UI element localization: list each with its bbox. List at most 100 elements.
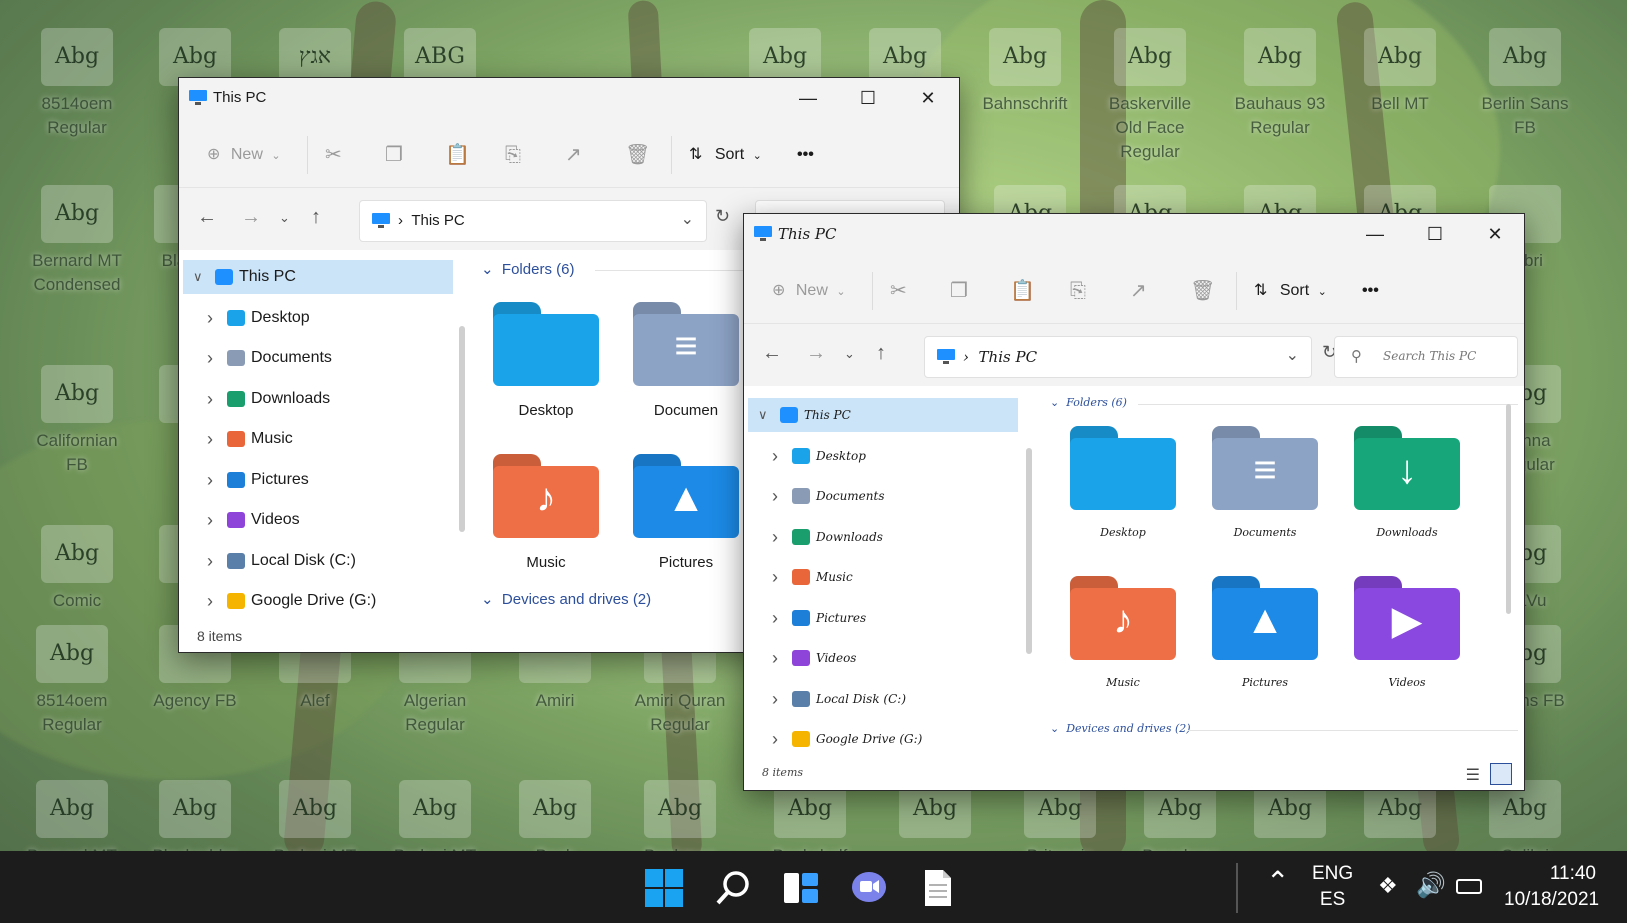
desktop-font-icon[interactable]: Abg Bauhaus 93 Regular <box>1230 28 1330 140</box>
desktop-font-icon[interactable]: Abg Bernard MT <box>22 780 122 851</box>
sort-button[interactable]: ⇅ Sort ⌄ <box>689 140 762 170</box>
recent-locations-chevron-icon[interactable]: ⌄ <box>279 210 290 226</box>
clock[interactable]: 11:40 10/18/2021 <box>1504 861 1599 913</box>
nav-item[interactable]: ∨ This PC <box>748 398 1018 432</box>
desktop-font-icon[interactable]: Abg 8514oem Regular <box>27 28 127 140</box>
chevron-right-icon[interactable]: › <box>772 560 778 594</box>
desktop-font-icon[interactable]: Abg Berlin Sans FB <box>1475 28 1575 140</box>
more-options-button[interactable]: ••• <box>797 140 814 170</box>
up-arrow-icon[interactable]: ↑ <box>876 342 886 365</box>
devices-group-header[interactable]: ⌄ Devices and drives (2) <box>481 590 651 608</box>
address-bar[interactable]: › This PC ⌄ <box>924 336 1312 378</box>
share-icon[interactable]: ↗ <box>565 140 582 170</box>
minimize-button[interactable]: — <box>779 78 837 118</box>
chevron-right-icon[interactable]: › <box>207 544 213 578</box>
paste-icon[interactable]: 📋 <box>1010 276 1035 306</box>
delete-icon[interactable]: 🗑 <box>1190 276 1215 306</box>
folder-tile[interactable]: ≡ Documents <box>1200 426 1330 539</box>
nav-scrollbar[interactable] <box>1026 448 1032 654</box>
chevron-right-icon[interactable]: › <box>207 382 213 416</box>
rename-icon[interactable]: ⎘ <box>1070 276 1086 306</box>
folders-group-header[interactable]: ⌄ Folders (6) <box>481 260 574 278</box>
nav-item[interactable]: › Desktop <box>748 439 1008 473</box>
content-scrollbar[interactable] <box>1506 404 1511 614</box>
nav-item[interactable]: › Pictures <box>748 601 1008 635</box>
chevron-down-icon[interactable]: ∨ <box>193 260 203 294</box>
chevron-right-icon[interactable]: › <box>772 439 778 473</box>
chevron-right-icon[interactable]: › <box>772 520 778 554</box>
battery-icon[interactable] <box>1456 879 1482 894</box>
close-button[interactable]: ✕ <box>1466 214 1524 254</box>
folder-tile[interactable]: ↓ Downloads <box>1342 426 1472 539</box>
start-button[interactable] <box>643 867 685 909</box>
teams-chat-button[interactable] <box>848 867 890 909</box>
new-button[interactable]: ⊕ New ⌄ <box>207 140 281 170</box>
folders-group-header[interactable]: ⌄ Folders (6) <box>1050 396 1127 409</box>
cut-icon[interactable]: ✂ <box>890 276 907 306</box>
folder-tile[interactable]: ♪ Music <box>1058 576 1188 689</box>
rename-icon[interactable]: ⎘ <box>505 140 521 170</box>
sort-button[interactable]: ⇅ Sort ⌄ <box>1254 276 1327 306</box>
maximize-button[interactable]: ☐ <box>1406 214 1464 254</box>
more-options-button[interactable]: ••• <box>1362 276 1379 306</box>
desktop-font-icon[interactable]: Abg Bodoni MT <box>385 780 485 851</box>
widgets-button[interactable] <box>780 867 822 909</box>
nav-item[interactable]: › Music <box>748 560 1008 594</box>
new-button[interactable]: ⊕ New ⌄ <box>772 276 846 306</box>
devices-group-header[interactable]: ⌄ Devices and drives (2) <box>1050 722 1191 735</box>
chevron-right-icon[interactable]: › <box>207 463 213 497</box>
forward-arrow-icon[interactable]: → <box>806 342 826 365</box>
folder-tile[interactable]: Desktop <box>1058 426 1188 539</box>
maximize-button[interactable]: ☐ <box>839 78 897 118</box>
chevron-right-icon[interactable]: › <box>772 722 778 756</box>
chevron-down-icon[interactable]: ⌄ <box>681 209 694 229</box>
copy-icon[interactable]: ❐ <box>950 276 968 306</box>
chevron-down-icon[interactable]: ∨ <box>758 398 768 432</box>
minimize-button[interactable]: — <box>1346 214 1404 254</box>
folder-tile[interactable]: ≡ Documen <box>621 302 751 419</box>
desktop-font-icon[interactable]: Abg Bell MT <box>1350 28 1450 116</box>
chevron-right-icon[interactable]: › <box>772 682 778 716</box>
nav-item[interactable]: › Google Drive (G:) <box>183 584 443 618</box>
address-bar[interactable]: › This PC ⌄ <box>359 200 707 242</box>
chevron-right-icon[interactable]: › <box>772 641 778 675</box>
folder-tile[interactable]: ▲ Pictures <box>621 454 751 571</box>
share-icon[interactable]: ↗ <box>1130 276 1147 306</box>
chevron-right-icon[interactable]: › <box>772 601 778 635</box>
nav-item[interactable]: ∨ This PC <box>183 260 453 294</box>
desktop-font-icon[interactable]: Abg Comic <box>27 525 127 613</box>
desktop-font-icon[interactable]: Abg Californian FB <box>27 365 127 477</box>
nav-item[interactable]: › Videos <box>748 641 1008 675</box>
copy-icon[interactable]: ❐ <box>385 140 403 170</box>
back-arrow-icon[interactable]: ← <box>762 342 782 365</box>
breadcrumb[interactable]: › This PC <box>398 212 465 229</box>
folder-tile[interactable]: ♪ Music <box>481 454 611 571</box>
folder-tile[interactable]: Desktop <box>481 302 611 419</box>
breadcrumb[interactable]: › This PC <box>963 348 1037 366</box>
nav-item[interactable]: › Music <box>183 422 443 456</box>
chevron-right-icon[interactable]: › <box>207 301 213 335</box>
wifi-icon[interactable]: ❖ <box>1378 873 1398 899</box>
input-language-indicator[interactable]: ENG ES <box>1312 861 1353 913</box>
desktop-font-icon[interactable]: Abg Baskerville Old Face Regular <box>1100 28 1200 164</box>
search-input[interactable]: ⚲ Search This PC <box>1334 336 1518 378</box>
chevron-right-icon[interactable]: › <box>207 584 213 618</box>
search-taskbar-button[interactable] <box>712 867 754 909</box>
desktop-font-icon[interactable]: Abg Book <box>505 780 605 851</box>
desktop-font-icon[interactable]: Abg Bodoni MT <box>265 780 365 851</box>
nav-item[interactable]: › Downloads <box>183 382 443 416</box>
recent-locations-chevron-icon[interactable]: ⌄ <box>844 346 855 362</box>
explorer-window-this-pc-script-font[interactable]: This PC — ☐ ✕ ⊕ New ⌄ ✂ ❐ 📋 ⎘ ↗ 🗑 ⇅ Sort… <box>743 213 1525 791</box>
up-arrow-icon[interactable]: ↑ <box>311 206 321 229</box>
show-hidden-icons-chevron-icon[interactable]: ⌃ <box>1266 865 1289 898</box>
nav-item[interactable]: › Local Disk (C:) <box>748 682 1008 716</box>
desktop-font-icon[interactable]: Abg 8514oem Regular <box>22 625 122 737</box>
nav-item[interactable]: › Pictures <box>183 463 443 497</box>
desktop-font-icon[interactable]: Abg Bookman <box>630 780 730 851</box>
close-button[interactable]: ✕ <box>899 78 957 118</box>
desktop-font-icon[interactable]: Abg Bahnschrift <box>975 28 1075 116</box>
forward-arrow-icon[interactable]: → <box>241 206 261 229</box>
tiles-view-icon[interactable] <box>1490 763 1512 785</box>
nav-item[interactable]: › Local Disk (C:) <box>183 544 443 578</box>
chevron-down-icon[interactable]: ⌄ <box>1286 345 1299 365</box>
